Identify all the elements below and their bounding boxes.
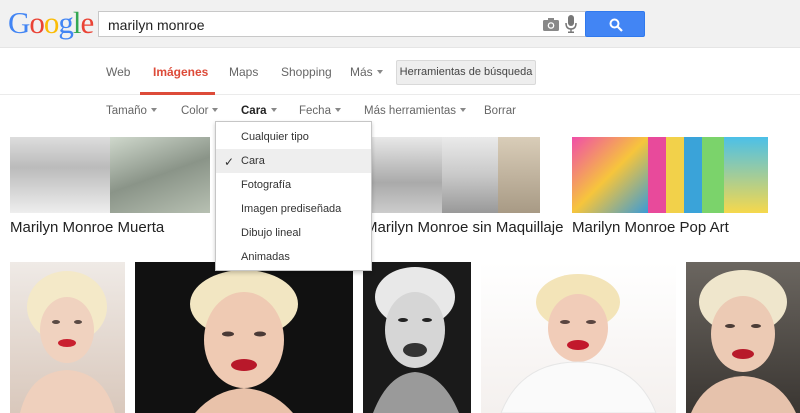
search-button[interactable] bbox=[585, 11, 645, 37]
tab-web[interactable]: Web bbox=[106, 65, 130, 79]
menu-item-label: Dibujo lineal bbox=[241, 227, 301, 239]
image-result[interactable] bbox=[363, 262, 471, 413]
portrait-image bbox=[190, 270, 298, 413]
portrait-image bbox=[691, 270, 796, 413]
thumbnail-image bbox=[110, 137, 210, 213]
search-query: marilyn monroe bbox=[108, 17, 205, 33]
chevron-down-icon bbox=[376, 70, 383, 74]
related-search-card[interactable]: Marilyn Monroe Pop Art bbox=[572, 137, 768, 243]
search-tools-button[interactable]: Herramientas de búsqueda bbox=[396, 60, 536, 85]
thumbnail-image bbox=[372, 137, 442, 213]
chevron-down-icon bbox=[334, 108, 341, 112]
related-search-card[interactable]: Marilyn Monroe Muerta bbox=[10, 137, 210, 243]
chevron-down-icon bbox=[460, 108, 467, 112]
tab-more-label: Más bbox=[350, 65, 373, 79]
related-search-label: Marilyn Monroe Muerta bbox=[10, 219, 165, 236]
filter-clear[interactable]: Borrar bbox=[484, 105, 516, 117]
portrait-image bbox=[500, 274, 657, 413]
menu-item-photo[interactable]: Fotografía bbox=[216, 173, 371, 197]
menu-item-clipart[interactable]: Imagen prediseñada bbox=[216, 197, 371, 221]
filter-size-label: Tamaño bbox=[106, 105, 147, 117]
image-result[interactable] bbox=[686, 262, 800, 413]
menu-item-label: Animadas bbox=[241, 251, 290, 263]
tab-maps[interactable]: Maps bbox=[229, 65, 258, 79]
chevron-down-icon bbox=[270, 108, 277, 112]
google-logo[interactable]: Google bbox=[8, 6, 94, 40]
tab-images[interactable]: Imágenes bbox=[153, 65, 208, 79]
image-result[interactable] bbox=[481, 262, 676, 413]
menu-item-face[interactable]: ✓ Cara bbox=[216, 149, 371, 173]
menu-item-label: Fotografía bbox=[241, 179, 292, 191]
filter-more-tools[interactable]: Más herramientas bbox=[364, 105, 467, 117]
related-thumbnails bbox=[372, 137, 540, 213]
related-thumbnails bbox=[10, 137, 210, 213]
thumbnail-image bbox=[442, 137, 498, 213]
filter-type-label: Cara bbox=[241, 105, 267, 117]
active-tab-indicator bbox=[140, 92, 215, 95]
thumbnail-image bbox=[648, 137, 724, 213]
filter-more-tools-label: Más herramientas bbox=[364, 105, 457, 117]
search-tabs: Web Imágenes Maps Shopping Más Herramien… bbox=[0, 48, 800, 95]
thumbnail-image bbox=[498, 137, 540, 213]
thumbnail-image bbox=[10, 137, 110, 213]
menu-item-line-drawing[interactable]: Dibujo lineal bbox=[216, 221, 371, 245]
image-result[interactable] bbox=[135, 262, 353, 413]
related-search-card[interactable]: Marilyn Monroe sin Maquillaje bbox=[365, 137, 563, 243]
image-result[interactable] bbox=[10, 262, 125, 413]
menu-item-animated[interactable]: Animadas bbox=[216, 245, 371, 269]
menu-item-label: Cara bbox=[241, 155, 265, 167]
filter-type[interactable]: Cara bbox=[241, 105, 277, 117]
tab-shopping[interactable]: Shopping bbox=[281, 65, 332, 79]
checkmark-icon: ✓ bbox=[224, 155, 235, 169]
filter-size[interactable]: Tamaño bbox=[106, 105, 157, 117]
menu-item-any-type[interactable]: Cualquier tipo bbox=[216, 125, 371, 149]
google-images-page: Google marilyn monroe Web Imágenes Maps … bbox=[0, 0, 800, 413]
filter-color[interactable]: Color bbox=[181, 105, 219, 117]
menu-item-label: Imagen prediseñada bbox=[241, 203, 342, 215]
microphone-icon[interactable] bbox=[565, 15, 577, 33]
thumbnail-image bbox=[724, 137, 768, 213]
type-dropdown-menu: Cualquier tipo ✓ Cara Fotografía Imagen p… bbox=[215, 121, 372, 271]
related-search-label: Marilyn Monroe Pop Art bbox=[572, 219, 729, 236]
portrait-image bbox=[20, 271, 115, 413]
thumbnail-image bbox=[572, 137, 648, 213]
related-search-label: Marilyn Monroe sin Maquillaje bbox=[365, 219, 564, 236]
search-input[interactable]: marilyn monroe bbox=[98, 11, 586, 37]
tab-more[interactable]: Más bbox=[350, 65, 383, 79]
portrait-image bbox=[373, 267, 459, 413]
camera-icon[interactable] bbox=[543, 18, 559, 31]
search-icon bbox=[609, 18, 623, 32]
header: Google marilyn monroe bbox=[0, 0, 800, 48]
chevron-down-icon bbox=[212, 108, 219, 112]
filter-date-label: Fecha bbox=[299, 105, 331, 117]
filter-bar: Tamaño Color Cara Fecha Más herramientas… bbox=[0, 96, 800, 126]
chevron-down-icon bbox=[150, 108, 157, 112]
menu-item-label: Cualquier tipo bbox=[241, 131, 309, 143]
related-thumbnails bbox=[572, 137, 768, 213]
filter-color-label: Color bbox=[181, 105, 209, 117]
filter-date[interactable]: Fecha bbox=[299, 105, 341, 117]
